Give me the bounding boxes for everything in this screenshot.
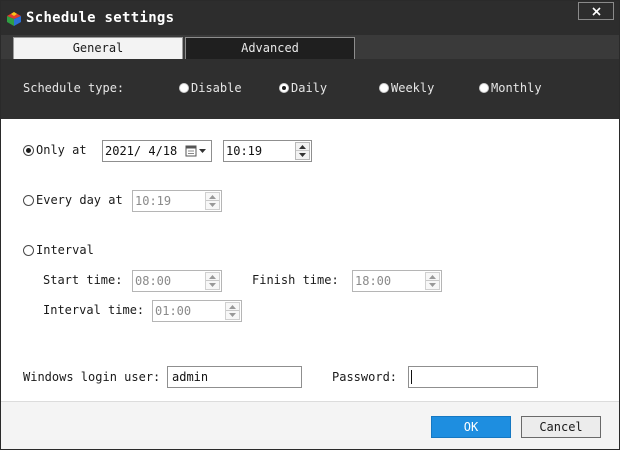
close-icon: [592, 7, 601, 16]
interval-time-label: Interval time:: [43, 303, 145, 317]
radio-only-at[interactable]: Only at: [23, 143, 87, 157]
radio-disable[interactable]: Disable: [179, 81, 242, 95]
schedule-type-label: Schedule type:: [23, 81, 125, 95]
only-at-time-up-button[interactable]: [296, 143, 309, 151]
interval-time-up-button[interactable]: [226, 303, 239, 311]
spin-up-icon: [229, 305, 236, 309]
radio-daily-indicator: [279, 83, 289, 93]
start-time-spinner: [205, 272, 220, 290]
start-time-down-button[interactable]: [206, 281, 219, 289]
radio-monthly-label: Monthly: [491, 81, 542, 95]
spin-down-icon: [209, 203, 216, 207]
radio-every-day-at[interactable]: Every day at: [23, 193, 123, 207]
interval-time-down-button[interactable]: [226, 311, 239, 319]
radio-monthly-indicator: [479, 83, 489, 93]
finish-time-spinner: [425, 272, 440, 290]
windows-login-user-input[interactable]: admin: [167, 366, 302, 388]
spin-down-icon: [209, 283, 216, 287]
radio-only-at-label: Only at: [36, 143, 87, 157]
radio-interval-label: Interval: [36, 243, 94, 257]
start-time-up-button[interactable]: [206, 273, 219, 281]
start-time-field[interactable]: 08:00: [132, 270, 222, 292]
chevron-down-icon: [199, 149, 206, 153]
every-day-time-up-button[interactable]: [206, 193, 219, 201]
spin-up-icon: [299, 145, 306, 149]
radio-weekly-indicator: [379, 83, 389, 93]
radio-daily-label: Daily: [291, 81, 328, 95]
radio-weekly-label: Weekly: [391, 81, 435, 95]
spin-down-icon: [429, 283, 436, 287]
radio-monthly[interactable]: Monthly: [479, 81, 542, 95]
finish-time-up-button[interactable]: [426, 273, 439, 281]
only-at-time-value: 10:19: [226, 144, 263, 158]
schedule-type-bar: Schedule type: Disable Daily Weekly Mont…: [1, 59, 619, 119]
radio-daily[interactable]: Daily: [279, 81, 327, 95]
daily-settings-panel: Only at 2021/ 4/18 10:19 Every day at 10…: [1, 119, 619, 401]
app-logo-icon: [7, 12, 21, 26]
title-bar: Schedule settings: [1, 1, 619, 35]
spin-down-icon: [229, 313, 236, 317]
finish-time-label: Finish time:: [252, 273, 339, 287]
date-value: 2021/ 4/18: [105, 144, 178, 158]
every-day-time-value: 10:19: [135, 194, 172, 208]
tab-advanced[interactable]: Advanced: [185, 37, 355, 59]
tab-general[interactable]: General: [13, 37, 183, 59]
only-at-time-down-button[interactable]: [296, 151, 309, 159]
spin-down-icon: [299, 153, 306, 157]
radio-interval-indicator: [23, 244, 34, 256]
close-button[interactable]: [578, 2, 614, 20]
radio-every-day-at-indicator: [23, 194, 34, 206]
start-time-label: Start time:: [43, 273, 123, 287]
radio-disable-indicator: [179, 83, 189, 93]
finish-time-field[interactable]: 18:00: [352, 270, 442, 292]
finish-time-down-button[interactable]: [426, 281, 439, 289]
ok-button[interactable]: OK: [431, 416, 511, 438]
start-time-value: 08:00: [135, 274, 172, 288]
spin-up-icon: [209, 195, 216, 199]
schedule-settings-dialog: Schedule settings General Advanced Sched…: [0, 0, 620, 450]
radio-disable-label: Disable: [191, 81, 242, 95]
radio-every-day-at-label: Every day at: [36, 193, 123, 207]
radio-weekly[interactable]: Weekly: [379, 81, 434, 95]
spin-up-icon: [209, 275, 216, 279]
calendar-icon: [185, 145, 197, 157]
only-at-time-field[interactable]: 10:19: [223, 140, 312, 162]
date-field[interactable]: 2021/ 4/18: [102, 140, 212, 162]
tab-strip: General Advanced: [1, 35, 619, 59]
every-day-time-spinner: [205, 192, 220, 210]
spin-up-icon: [429, 275, 436, 279]
windows-login-user-label: Windows login user:: [23, 370, 161, 384]
password-input[interactable]: [408, 366, 538, 388]
interval-time-value: 01:00: [155, 304, 192, 318]
only-at-time-spinner: [295, 142, 310, 160]
every-day-time-down-button[interactable]: [206, 201, 219, 209]
radio-only-at-indicator: [23, 144, 34, 156]
radio-interval[interactable]: Interval: [23, 243, 94, 257]
password-label: Password:: [332, 370, 398, 384]
finish-time-value: 18:00: [355, 274, 392, 288]
dialog-footer: OK Cancel: [1, 402, 619, 449]
window-title: Schedule settings: [26, 10, 175, 26]
date-picker-button[interactable]: [185, 143, 209, 159]
interval-time-field[interactable]: 01:00: [152, 300, 242, 322]
text-caret: [411, 370, 412, 384]
every-day-time-field[interactable]: 10:19: [132, 190, 222, 212]
interval-time-spinner: [225, 302, 240, 320]
cancel-button[interactable]: Cancel: [521, 416, 601, 438]
